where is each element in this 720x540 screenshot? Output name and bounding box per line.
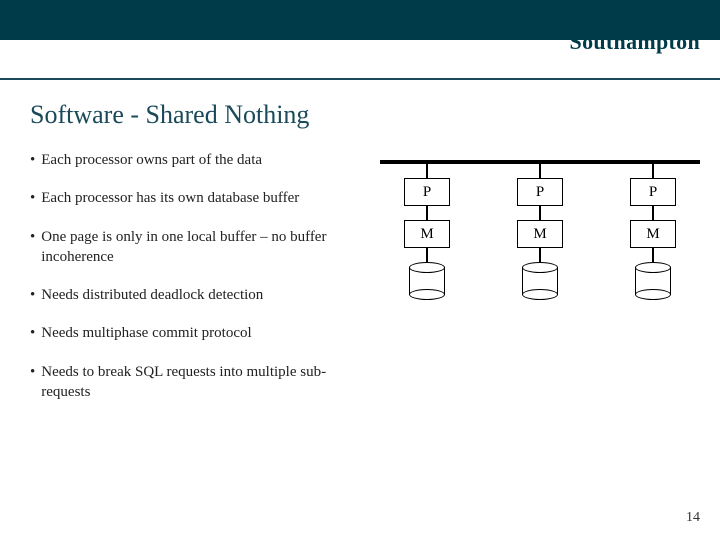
header-band-wrap: UNIVERSITY OF Southampton — [0, 0, 720, 80]
list-item: •Each processor has its own database buf… — [30, 188, 350, 208]
memory-box: M — [630, 220, 676, 248]
connector-line — [652, 248, 654, 262]
disk-icon — [522, 262, 558, 300]
connector-line — [539, 164, 541, 178]
memory-box: M — [404, 220, 450, 248]
bullet-text: Each processor owns part of the data — [41, 150, 262, 170]
memory-label: M — [646, 226, 659, 243]
university-logo: UNIVERSITY OF Southampton — [570, 20, 700, 55]
list-item: •Needs multiphase commit protocol — [30, 323, 350, 343]
disk-icon — [635, 262, 671, 300]
processor-box: P — [630, 178, 676, 206]
memory-label: M — [533, 226, 546, 243]
slide-title: Software - Shared Nothing — [30, 100, 309, 130]
list-item: •Each processor owns part of the data — [30, 150, 350, 170]
list-item: •Needs to break SQL requests into multip… — [30, 362, 350, 403]
bullet-text: Each processor has its own database buff… — [41, 188, 299, 208]
connector-line — [426, 206, 428, 220]
node-column: P M — [517, 164, 563, 300]
connector-line — [426, 164, 428, 178]
connector-line — [652, 206, 654, 220]
connector-line — [652, 164, 654, 178]
processor-box: P — [517, 178, 563, 206]
processor-label: P — [536, 184, 544, 201]
processor-label: P — [649, 184, 657, 201]
bullet-text: Needs to break SQL requests into multipl… — [41, 362, 350, 403]
architecture-diagram: P M P M P M — [380, 160, 700, 380]
bullet-list: •Each processor owns part of the data •E… — [30, 150, 350, 420]
node-column: P M — [404, 164, 450, 300]
list-item: •One page is only in one local buffer – … — [30, 227, 350, 268]
logo-wordmark: Southampton — [570, 29, 700, 55]
connector-line — [426, 248, 428, 262]
list-item: •Needs distributed deadlock detection — [30, 285, 350, 305]
bullet-text: One page is only in one local buffer – n… — [41, 227, 350, 268]
node-column: P M — [630, 164, 676, 300]
disk-icon — [409, 262, 445, 300]
page-number: 14 — [686, 510, 700, 526]
bullet-text: Needs distributed deadlock detection — [41, 285, 263, 305]
processor-label: P — [423, 184, 431, 201]
memory-label: M — [420, 226, 433, 243]
memory-box: M — [517, 220, 563, 248]
connector-line — [539, 206, 541, 220]
connector-line — [539, 248, 541, 262]
bullet-text: Needs multiphase commit protocol — [41, 323, 251, 343]
processor-box: P — [404, 178, 450, 206]
